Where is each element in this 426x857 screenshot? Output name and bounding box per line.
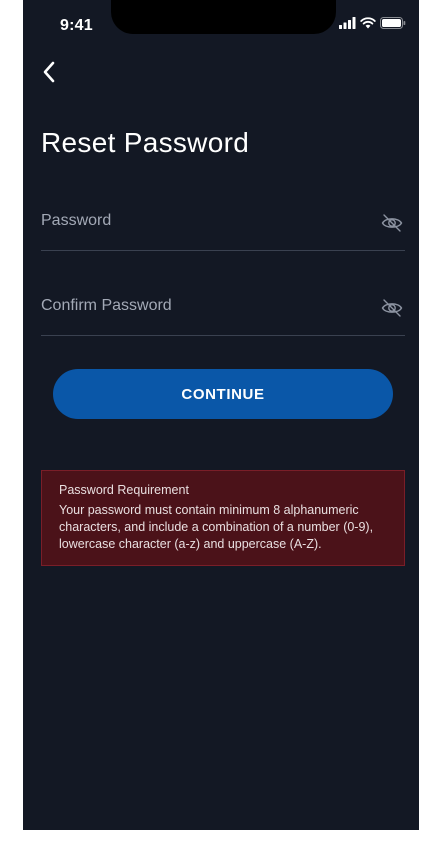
cellular-signal-icon [339,16,356,34]
eye-off-icon[interactable] [381,298,403,318]
app-screen: 9:41 Reset Password Password Confirm Pas… [23,0,419,830]
wifi-icon [360,16,376,34]
requirement-text: Your password must contain minimum 8 alp… [59,503,374,551]
password-field[interactable]: Password [41,202,405,251]
back-button[interactable] [37,60,61,88]
status-icons [339,16,406,34]
page-title: Reset Password [41,127,250,158]
confirm-password-field[interactable]: Confirm Password [41,287,405,336]
continue-button[interactable]: CONTINUE [53,369,393,419]
chevron-left-icon [42,61,56,88]
confirm-password-label: Confirm Password [41,297,172,314]
password-label: Password [41,212,112,229]
status-time: 9:41 [60,17,93,34]
requirement-title: Password Requirement [59,483,189,497]
device-notch [111,0,336,34]
password-requirement-panel: Password Requirement Your password must … [41,470,405,566]
battery-icon [380,16,406,34]
eye-off-icon[interactable] [381,213,403,233]
